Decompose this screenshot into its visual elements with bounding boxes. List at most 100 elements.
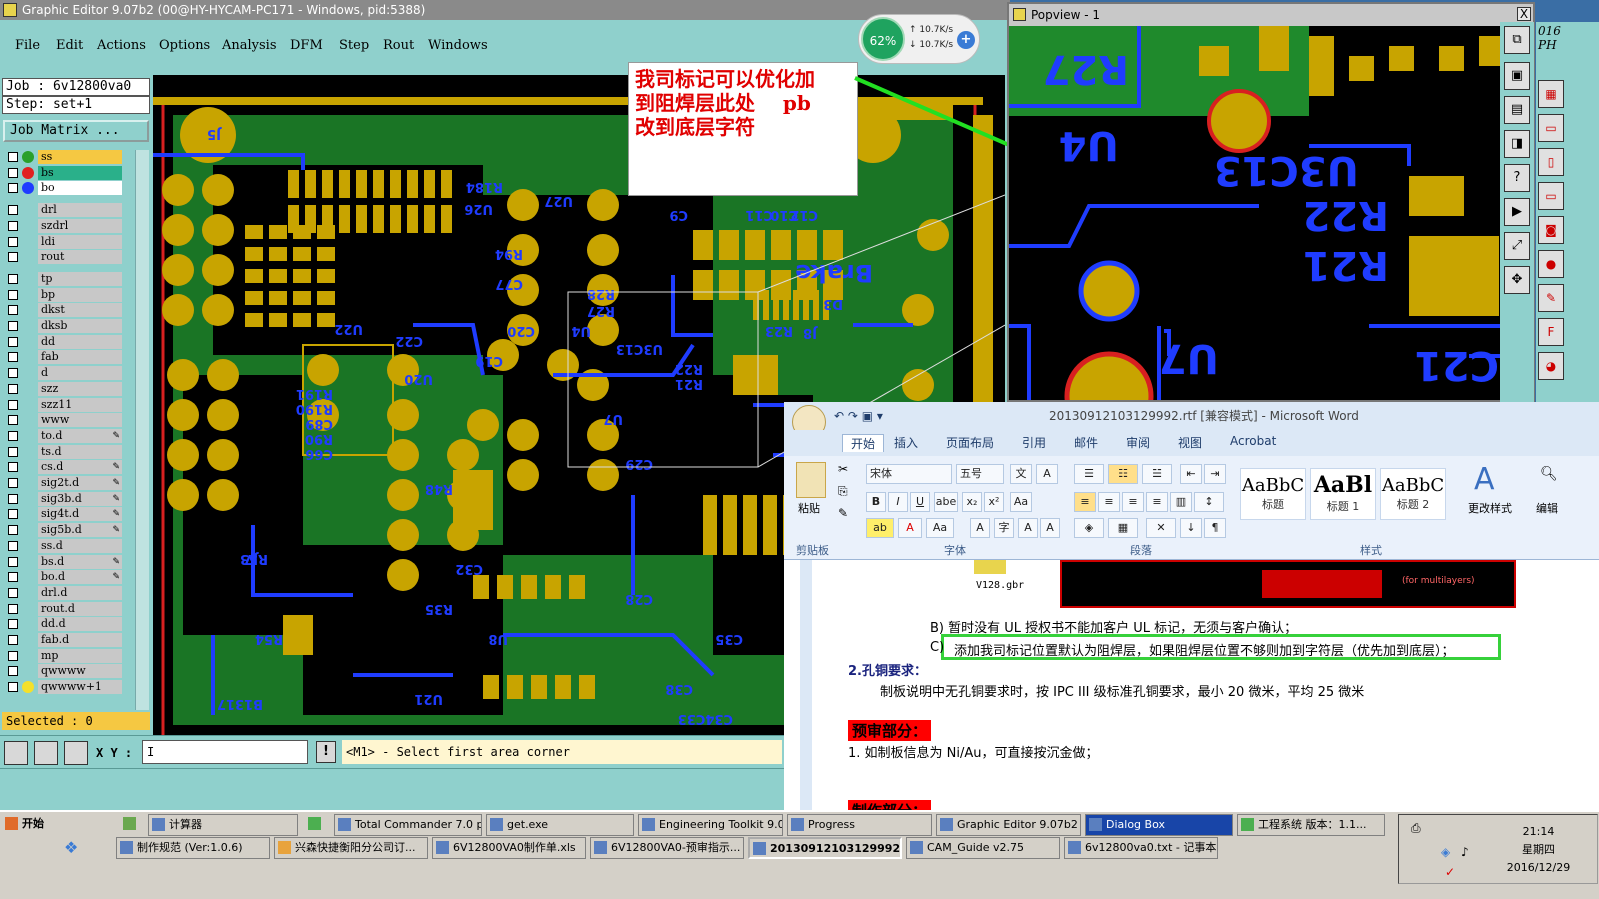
menu-dfm[interactable]: DFM [290, 38, 323, 53]
zoom-icon[interactable]: ▯ [1538, 148, 1564, 176]
task-word-doc[interactable]: 20130912103129992.... [748, 837, 902, 859]
paste-icon[interactable] [796, 462, 826, 498]
distribute-icon[interactable]: ▥ [1170, 492, 1192, 512]
layer-row-mp[interactable]: mp [6, 648, 122, 663]
layer-checkbox[interactable] [8, 152, 18, 162]
xy-input[interactable]: I [142, 740, 308, 764]
highlight-icon[interactable]: ab [866, 518, 894, 538]
task-xls[interactable]: 6V12800VA0制作单.xls [432, 837, 586, 859]
align-right-icon[interactable]: ≡ [1122, 492, 1144, 512]
document-body[interactable]: V128.gbr (for multilayers) B) 暂时没有 UL 授权… [784, 560, 1599, 810]
layer-checkbox[interactable] [8, 430, 18, 441]
task-total-commander[interactable]: Total Commander 7.0 p... [334, 814, 482, 836]
layer-row-drl-d[interactable]: drl.d [6, 585, 122, 600]
layer-checkbox[interactable] [8, 383, 18, 394]
enclose-icon[interactable]: 字 [994, 518, 1014, 538]
layer-checkbox[interactable] [8, 603, 18, 614]
menu-options[interactable]: Options [159, 38, 210, 53]
task-engineering-system[interactable]: 工程系统 版本：1.1... [1237, 814, 1385, 836]
layer-row-szz[interactable]: szz [6, 381, 122, 396]
layer-row-dksb[interactable]: dksb [6, 319, 122, 333]
grid-tool-icon[interactable] [64, 741, 88, 765]
quick-access-icon[interactable]: ↶ ↷ ▣ ▾ [834, 402, 883, 430]
align-center-icon[interactable]: ≡ [1098, 492, 1120, 512]
menu-step[interactable]: Step [339, 38, 369, 53]
grow-font-icon[interactable]: A [1018, 518, 1038, 538]
layer-checkbox[interactable] [8, 220, 18, 231]
print-icon[interactable]: ▤ [1504, 96, 1530, 124]
layer-row-tp[interactable]: tp [6, 271, 122, 286]
measure-tool-icon[interactable] [34, 741, 58, 765]
task-calculator[interactable]: 计算器 [148, 814, 298, 836]
layer-checkbox[interactable] [8, 446, 18, 457]
layer-checkbox[interactable] [8, 352, 18, 363]
layer-scrollbar[interactable] [135, 150, 149, 710]
layer-row-bs-d[interactable]: bs.d ✎ [6, 554, 122, 569]
clear-format-icon[interactable]: Aa [1010, 492, 1032, 512]
quick-launch-icon[interactable]: ❖ [64, 838, 78, 857]
bold-icon[interactable]: B [866, 492, 886, 512]
tab-mailings[interactable]: 邮件 [1074, 434, 1098, 451]
indent-icon[interactable]: ⇥ [1204, 464, 1226, 484]
warning-button[interactable]: ! [316, 741, 336, 763]
network-speed-widget[interactable]: 62% ↑ 10.7K/s ↓ 10.7K/s + [858, 14, 980, 64]
change-case-icon[interactable]: Aa [926, 518, 954, 538]
show-marks-icon[interactable]: ¶ [1204, 518, 1226, 538]
layer-checkbox[interactable] [8, 273, 18, 284]
layer-checkbox[interactable] [8, 650, 18, 661]
layer-row-bo[interactable]: bo [6, 181, 122, 196]
change-styles-label[interactable]: 更改样式 [1468, 500, 1512, 516]
layer-row-sig2t-d[interactable]: sig2t.d ✎ [6, 476, 122, 490]
layer-checkbox[interactable] [8, 252, 18, 263]
layer-row-cs-d[interactable]: cs.d ✎ [6, 460, 122, 475]
pan-icon[interactable]: ✥ [1504, 266, 1530, 294]
tab-acrobat[interactable]: Acrobat [1230, 434, 1276, 448]
multilevel-icon[interactable]: ☱ [1142, 464, 1172, 484]
layer-row-d[interactable]: d [6, 366, 122, 381]
layer-row-bs[interactable]: bs [6, 165, 122, 180]
menu-rout[interactable]: Rout [383, 38, 414, 53]
ge-titlebar[interactable]: Graphic Editor 9.07b2 (00@HY-HYCAM-PC171… [0, 0, 1010, 20]
change-styles-icon[interactable]: A [1474, 462, 1495, 497]
layer-checkbox[interactable] [8, 321, 18, 331]
justify-icon[interactable]: ≡ [1146, 492, 1168, 512]
menu-analysis[interactable]: Analysis [222, 38, 277, 53]
network-icon[interactable]: ◈ [1441, 845, 1450, 859]
draw-icon[interactable]: ✎ [1538, 284, 1564, 312]
tab-home[interactable]: 开始 [842, 434, 885, 452]
layer-row-qwwww-1[interactable]: qwwww+1 [6, 680, 122, 695]
palette-icon[interactable]: ◕ [1538, 352, 1564, 380]
task-engineering-toolkit[interactable]: Engineering Toolkit 9.0... [638, 814, 783, 836]
layer-checkbox[interactable] [8, 289, 18, 300]
style-heading[interactable]: AaBbC 标题 [1240, 468, 1306, 520]
layer-checkbox[interactable] [8, 509, 18, 520]
subscript-icon[interactable]: x₂ [962, 492, 982, 512]
layer-checkbox[interactable] [8, 635, 18, 645]
copy-icon[interactable]: ⧉ [1504, 26, 1530, 54]
layer-row-drl[interactable]: drl [6, 203, 122, 218]
task-cam-guide[interactable]: CAM_Guide v2.75 [906, 837, 1060, 859]
layer-row-ldi[interactable]: ldi [6, 234, 122, 249]
start-button[interactable]: 开始 [2, 814, 112, 836]
tab-references[interactable]: 引用 [1022, 434, 1046, 451]
layer-checkbox[interactable] [8, 462, 18, 473]
job-matrix-button[interactable]: Job Matrix ... [3, 120, 149, 142]
menu-file[interactable]: File [15, 38, 40, 53]
task-dialog-box[interactable]: Dialog Box [1085, 814, 1233, 836]
task-spec[interactable]: 制作规范 (Ver:1.0.6) [116, 837, 270, 859]
format-painter-icon[interactable]: ✎ [838, 506, 848, 520]
menu-windows[interactable]: Windows [428, 38, 488, 53]
edit-icon[interactable]: ▭ [1538, 182, 1564, 210]
layer-row-bo-d[interactable]: bo.d ✎ [6, 570, 122, 585]
task-get-exe[interactable]: get.exe [486, 814, 634, 836]
asian-layout-icon[interactable]: ✕ [1146, 518, 1176, 538]
layer-row-qwwww[interactable]: qwwww [6, 664, 122, 679]
menu-actions[interactable]: Actions [97, 38, 146, 53]
layer-checkbox[interactable] [8, 399, 18, 410]
tab-insert[interactable]: 插入 [894, 434, 918, 451]
layer-row-ss-d[interactable]: ss.d [6, 538, 122, 553]
zoom-fit-icon[interactable]: ⤢ [1504, 232, 1530, 260]
layer-checkbox[interactable] [8, 236, 18, 247]
layer-checkbox[interactable] [8, 415, 18, 426]
line-spacing-icon[interactable]: ↕ [1194, 492, 1224, 512]
